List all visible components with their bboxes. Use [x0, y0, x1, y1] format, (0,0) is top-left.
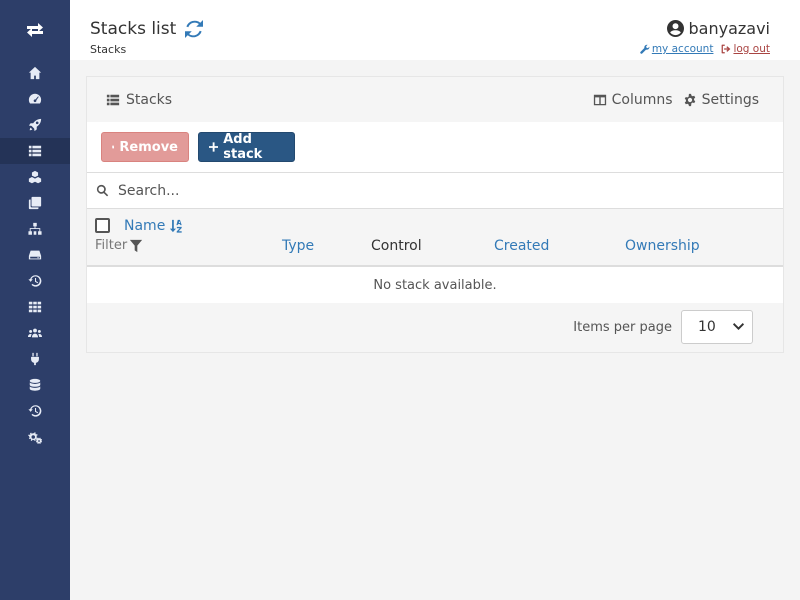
wrench-icon	[640, 44, 650, 54]
log-out-label: log out	[733, 43, 770, 55]
widget-header-actions: Columns Settings	[593, 92, 759, 108]
sidebar-item-home[interactable]	[0, 60, 70, 86]
sidebar-item-dashboard[interactable]	[0, 86, 70, 112]
widget-title: Stacks	[106, 92, 172, 108]
cubes-icon	[28, 170, 42, 184]
sidebar-item-stacks[interactable]	[0, 138, 70, 164]
filter-label: Filter	[95, 238, 128, 253]
sidebar-item-endpoints[interactable]	[0, 346, 70, 372]
sidebar-item-users[interactable]	[0, 320, 70, 346]
table-footer: Items per page 10	[87, 302, 783, 352]
my-account-link[interactable]: my account	[640, 43, 714, 55]
user-circle-icon	[666, 20, 684, 37]
search-bar	[87, 172, 783, 209]
sidebar-item-services[interactable]	[0, 164, 70, 190]
history-icon	[28, 405, 42, 417]
user-info: banyazavi	[666, 19, 771, 38]
settings-menu-button[interactable]: Settings	[683, 92, 759, 108]
widget-header: Stacks Columns Settings	[87, 77, 783, 122]
sidebar-item-app-templates[interactable]	[0, 112, 70, 138]
sidebar	[0, 0, 70, 600]
search-icon	[96, 184, 109, 197]
filter-toggle[interactable]: Filter	[95, 238, 143, 253]
hdd-icon	[28, 250, 42, 260]
chevron-down-icon	[733, 323, 744, 330]
select-all-checkbox[interactable]	[95, 218, 110, 233]
home-icon	[28, 66, 42, 80]
column-name-label: Name	[124, 218, 166, 234]
settings-label: Settings	[701, 91, 759, 108]
remove-button[interactable]: Remove	[101, 132, 189, 162]
sitemap-icon	[28, 222, 42, 235]
username: banyazavi	[688, 19, 771, 38]
brand-logo[interactable]	[0, 0, 70, 60]
column-header-name[interactable]: Name	[124, 218, 183, 234]
page-title: Stacks list	[90, 19, 204, 39]
page-header: Stacks list Stacks banyazavi my account …	[70, 0, 800, 60]
sidebar-item-auth-logs[interactable]	[0, 398, 70, 424]
refresh-icon[interactable]	[185, 20, 204, 38]
search-input[interactable]	[118, 182, 618, 199]
column-header-control: Control	[371, 238, 422, 254]
plus-icon	[209, 142, 219, 152]
items-per-page-select[interactable]: 10	[681, 310, 753, 344]
my-account-label: my account	[651, 43, 714, 55]
columns-label: Columns	[611, 91, 673, 108]
clone-icon	[28, 196, 42, 210]
items-per-page-value: 10	[698, 319, 716, 335]
stacks-widget: Stacks Columns Settings Remove Add stack	[86, 76, 784, 353]
exchange-icon	[27, 23, 43, 37]
sidebar-item-volumes[interactable]	[0, 242, 70, 268]
sidebar-item-images[interactable]	[0, 294, 70, 320]
breadcrumb: Stacks	[90, 43, 127, 56]
sort-alpha-icon	[170, 219, 182, 233]
columns-menu-button[interactable]: Columns	[593, 92, 673, 108]
column-header-ownership[interactable]: Ownership	[625, 238, 700, 254]
database-icon	[29, 378, 41, 391]
columns-icon	[593, 94, 606, 105]
gear-icon	[684, 93, 695, 106]
log-out-link[interactable]: log out	[721, 43, 770, 55]
history-icon	[28, 275, 42, 287]
widget-title-text: Stacks	[126, 91, 173, 108]
sidebar-item-registries[interactable]	[0, 372, 70, 398]
dashboard-icon	[28, 93, 42, 104]
actions-bar: Remove Add stack	[87, 122, 783, 172]
cogs-icon	[28, 432, 42, 444]
empty-table-message: No stack available.	[87, 267, 783, 303]
add-stack-button[interactable]: Add stack	[198, 132, 295, 162]
page-title-text: Stacks list	[90, 19, 177, 39]
sign-out-icon	[722, 44, 731, 54]
filter-icon	[130, 239, 143, 252]
list-icon	[106, 94, 120, 105]
column-header-type[interactable]: Type	[282, 238, 314, 254]
plug-icon	[31, 352, 39, 366]
table-header: Name Filter Type Control Created Ownersh…	[87, 209, 783, 267]
rocket-icon	[28, 118, 42, 132]
remove-label: Remove	[119, 139, 178, 155]
sidebar-item-containers[interactable]	[0, 190, 70, 216]
sidebar-item-networks[interactable]	[0, 216, 70, 242]
sidebar-item-events[interactable]	[0, 268, 70, 294]
users-icon	[28, 328, 42, 338]
column-header-created[interactable]: Created	[494, 238, 549, 254]
th-icon	[28, 301, 42, 313]
add-stack-label: Add stack	[223, 132, 263, 162]
list-icon	[28, 145, 42, 157]
trash-icon	[112, 145, 115, 149]
items-per-page-label: Items per page	[573, 319, 672, 335]
sidebar-item-settings[interactable]	[0, 424, 70, 450]
user-links: my account log out	[640, 43, 770, 55]
